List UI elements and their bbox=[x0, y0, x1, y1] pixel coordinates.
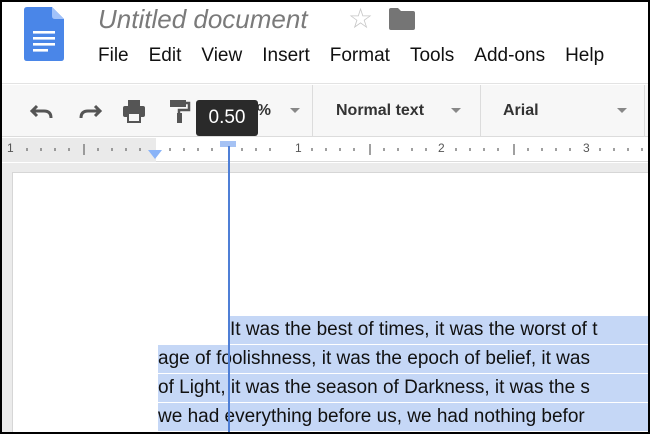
zoom-caret-icon[interactable] bbox=[290, 108, 300, 113]
toolbar: 100% Normal text Arial bbox=[0, 85, 650, 137]
margin-tooltip: 0.50 bbox=[196, 100, 258, 136]
ruler-label: 1 bbox=[7, 141, 14, 155]
ruler-label: 2 bbox=[438, 141, 445, 155]
menu-edit[interactable]: Edit bbox=[139, 44, 192, 68]
indent-guide-line bbox=[228, 146, 230, 434]
menu-tools[interactable]: Tools bbox=[400, 44, 464, 68]
redo-icon[interactable] bbox=[76, 97, 104, 125]
star-icon[interactable]: ☆ bbox=[348, 4, 373, 34]
toolbar-divider bbox=[480, 85, 481, 137]
left-indent-marker-icon[interactable] bbox=[148, 150, 162, 159]
document-line[interactable]: It was the best of times, it was the wor… bbox=[228, 316, 650, 344]
toolbar-divider bbox=[312, 85, 313, 137]
style-dropdown[interactable]: Normal text bbox=[336, 97, 424, 125]
font-dropdown[interactable]: Arial bbox=[503, 97, 539, 125]
ruler-ticks bbox=[26, 144, 643, 155]
folder-icon[interactable] bbox=[388, 8, 416, 30]
menu-file[interactable]: File bbox=[88, 44, 139, 68]
document-line[interactable]: we had everything before us, we had noth… bbox=[158, 403, 650, 431]
ruler-label: 3 bbox=[583, 141, 590, 155]
ruler[interactable]: 1 1 2 3 bbox=[0, 138, 650, 162]
print-icon[interactable] bbox=[120, 97, 148, 125]
paint-format-icon[interactable] bbox=[166, 97, 194, 125]
menu-view[interactable]: View bbox=[191, 44, 252, 68]
menu-help[interactable]: Help bbox=[555, 44, 614, 68]
menu-format[interactable]: Format bbox=[320, 44, 400, 68]
document-line[interactable]: of Light, it was the season of Darkness,… bbox=[158, 374, 650, 402]
style-caret-icon[interactable] bbox=[451, 108, 461, 113]
font-caret-icon[interactable] bbox=[617, 108, 627, 113]
document-line[interactable]: age of foolishness, it was the epoch of … bbox=[158, 345, 650, 373]
menu-bar: File Edit View Insert Format Tools Add-o… bbox=[88, 44, 614, 68]
toolbar-divider bbox=[644, 85, 645, 137]
docs-logo-icon[interactable] bbox=[24, 7, 64, 61]
document-title[interactable]: Untitled document bbox=[98, 4, 308, 35]
undo-icon[interactable] bbox=[28, 97, 56, 125]
menu-insert[interactable]: Insert bbox=[252, 44, 320, 68]
title-bar: Untitled document ☆ File Edit View Inser… bbox=[0, 0, 650, 84]
menu-add-ons[interactable]: Add-ons bbox=[464, 44, 555, 68]
ruler-label: 1 bbox=[295, 141, 302, 155]
